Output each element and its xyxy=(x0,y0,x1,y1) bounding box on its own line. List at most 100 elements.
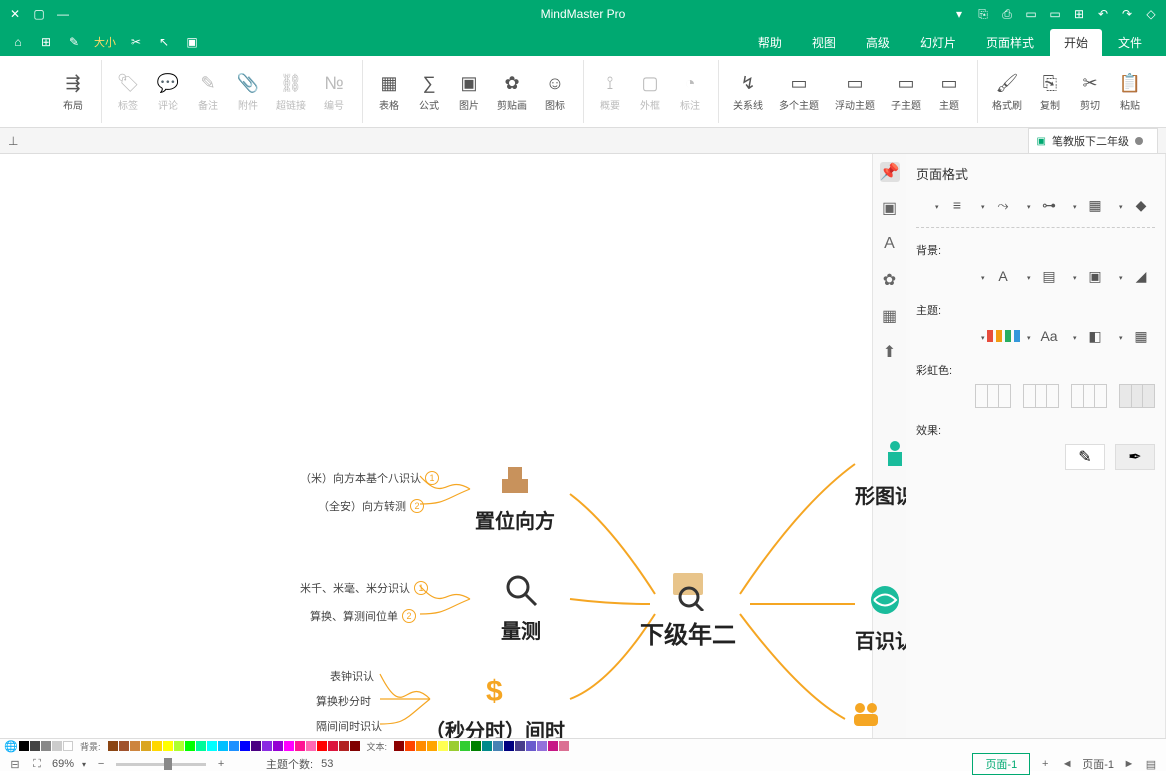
swatch[interactable] xyxy=(30,741,40,751)
branch-style-icon[interactable]: ⊶▾ xyxy=(1035,193,1063,217)
swatch[interactable] xyxy=(196,741,206,751)
paste-button[interactable]: 📋粘贴 xyxy=(1114,69,1146,114)
minimize-icon[interactable]: — xyxy=(56,7,70,21)
export-icon[interactable]: ⎘ xyxy=(976,7,990,21)
branch-hundred[interactable]: 百识认 xyxy=(855,579,906,654)
doc-tab[interactable]: ▣ 笔教版下二年级 xyxy=(1028,128,1158,153)
swatch[interactable] xyxy=(52,741,62,751)
maximize-icon[interactable]: ▢ xyxy=(32,7,46,21)
size-label[interactable]: 大小 xyxy=(94,34,116,50)
format-brush-button[interactable]: 🖌格式刷 xyxy=(988,69,1026,114)
swatch[interactable] xyxy=(548,741,558,751)
rainbow-opt-4[interactable] xyxy=(975,384,1011,408)
effect-btn-2[interactable]: ✎ xyxy=(1065,444,1105,470)
canvas[interactable]: 📌 ▣ A ✿ ▦ ⬆ xyxy=(0,154,906,738)
tag-button[interactable]: 🏷标签 xyxy=(112,69,144,114)
fill-icon[interactable]: ◢▾ xyxy=(1127,264,1155,288)
formula-button[interactable]: ∑公式 xyxy=(413,69,445,114)
leaf-l1-1[interactable]: 1（米）向方本基个八识认 xyxy=(300,470,439,486)
swatch[interactable] xyxy=(141,741,151,751)
leaf-l1-2[interactable]: 2（全安）向方转测 xyxy=(318,498,424,514)
swatch[interactable] xyxy=(471,741,481,751)
swatch[interactable] xyxy=(251,741,261,751)
image-button[interactable]: ▣图片 xyxy=(453,69,485,114)
swatch[interactable] xyxy=(130,741,140,751)
rainbow-opt-2[interactable] xyxy=(1071,384,1107,408)
boundary-button[interactable]: ▢外框 xyxy=(634,69,666,114)
globe-icon[interactable]: 🌐 xyxy=(4,739,18,753)
pages-icon[interactable]: ▤ xyxy=(1144,757,1158,771)
zoom-slider[interactable] xyxy=(116,763,206,766)
swatch[interactable] xyxy=(119,741,129,751)
zoom-plus-icon[interactable]: + xyxy=(214,757,228,771)
swatch[interactable] xyxy=(207,741,217,751)
swatch[interactable] xyxy=(306,741,316,751)
undo-icon[interactable]: ↶ xyxy=(1096,7,1110,21)
close-icon[interactable]: ✕ xyxy=(8,7,22,21)
swatch[interactable] xyxy=(394,741,404,751)
swatch[interactable] xyxy=(339,741,349,751)
swatch[interactable] xyxy=(537,741,547,751)
link-button[interactable]: ⛓超链接 xyxy=(272,69,310,114)
pin-icon[interactable]: ⊥ xyxy=(8,134,18,148)
bg-text-icon[interactable]: A▾ xyxy=(989,264,1017,288)
tab-advanced[interactable]: 高级 xyxy=(852,29,904,56)
table-button[interactable]: ▦表格 xyxy=(373,69,405,114)
leaf-l3-2[interactable]: 算换秒分时 xyxy=(316,693,371,709)
summary-button[interactable]: ⟟概要 xyxy=(594,69,626,114)
floating-topic-button[interactable]: ▭浮动主题 xyxy=(831,69,879,114)
leaf-l2-2[interactable]: 2算换、算测间位单 xyxy=(310,608,416,624)
page-tab-1[interactable]: 页面-1 xyxy=(972,753,1030,775)
save-icon[interactable]: ▭ xyxy=(1024,7,1038,21)
leaf-l3-3[interactable]: 隔间间时识认 xyxy=(316,718,382,734)
topic-button[interactable]: ▭主题 xyxy=(933,69,965,114)
swatch[interactable] xyxy=(559,741,569,751)
cloud-icon[interactable]: ▾ xyxy=(952,7,966,21)
center-node[interactable]: 下级年二 xyxy=(640,569,736,650)
numbering-icon[interactable]: ≡▾ xyxy=(943,193,971,217)
branch-time[interactable]: $ （秒分时）间时 xyxy=(425,669,565,738)
swatch[interactable] xyxy=(185,741,195,751)
tab-pagestyle[interactable]: 页面样式 xyxy=(972,29,1048,56)
swatch[interactable] xyxy=(19,741,29,751)
swatch[interactable] xyxy=(317,741,327,751)
swatch[interactable] xyxy=(63,741,73,751)
fit-icon[interactable]: ⛶ xyxy=(30,757,44,771)
effect-btn-1[interactable]: ✒ xyxy=(1115,444,1155,470)
rainbow-opt-3[interactable] xyxy=(1023,384,1059,408)
layout-button[interactable]: ⇶布局 xyxy=(57,69,89,114)
swatch[interactable] xyxy=(163,741,173,751)
swatch[interactable] xyxy=(284,741,294,751)
swatch[interactable] xyxy=(273,741,283,751)
swatch[interactable] xyxy=(152,741,162,751)
export-tool-icon[interactable]: ⬆ xyxy=(880,342,900,362)
number-button[interactable]: №编号 xyxy=(318,69,350,114)
home-icon[interactable]: ⌂ xyxy=(10,34,26,50)
branch-measure[interactable]: 量测 xyxy=(500,569,542,644)
multi-topic-button[interactable]: ▭多个主题 xyxy=(775,69,823,114)
print-icon[interactable]: ⎙ xyxy=(1000,7,1014,21)
tab-view[interactable]: 视图 xyxy=(798,29,850,56)
swatch[interactable] xyxy=(515,741,525,751)
watermark-icon[interactable]: ▤▾ xyxy=(1035,264,1063,288)
layout-grid-icon[interactable]: ▦▾ xyxy=(1081,193,1109,217)
theme-grid-icon[interactable]: ▦▾ xyxy=(1127,324,1155,348)
branch-direction[interactable]: 置位向方 xyxy=(475,459,555,534)
swatch[interactable] xyxy=(449,741,459,751)
redo-icon[interactable]: ↷ xyxy=(1120,7,1134,21)
open-icon[interactable]: ▭ xyxy=(1048,7,1062,21)
comment-button[interactable]: 💬评论 xyxy=(152,69,184,114)
relation-button[interactable]: ↯关系线 xyxy=(729,69,767,114)
cut-button[interactable]: ✂剪切 xyxy=(1074,69,1106,114)
connector-icon[interactable]: ⤳▾ xyxy=(989,193,1017,217)
tab-start[interactable]: 开始 xyxy=(1050,29,1102,56)
swatch[interactable] xyxy=(229,741,239,751)
swatch[interactable] xyxy=(493,741,503,751)
leaf-l3-1[interactable]: 表钟识认 xyxy=(330,668,374,684)
swatch[interactable] xyxy=(328,741,338,751)
swatch[interactable] xyxy=(174,741,184,751)
branch-shapes[interactable]: 形图识认 xyxy=(855,434,906,509)
swatch[interactable] xyxy=(438,741,448,751)
swatch[interactable] xyxy=(405,741,415,751)
copy-button[interactable]: ⎘复制 xyxy=(1034,69,1066,114)
